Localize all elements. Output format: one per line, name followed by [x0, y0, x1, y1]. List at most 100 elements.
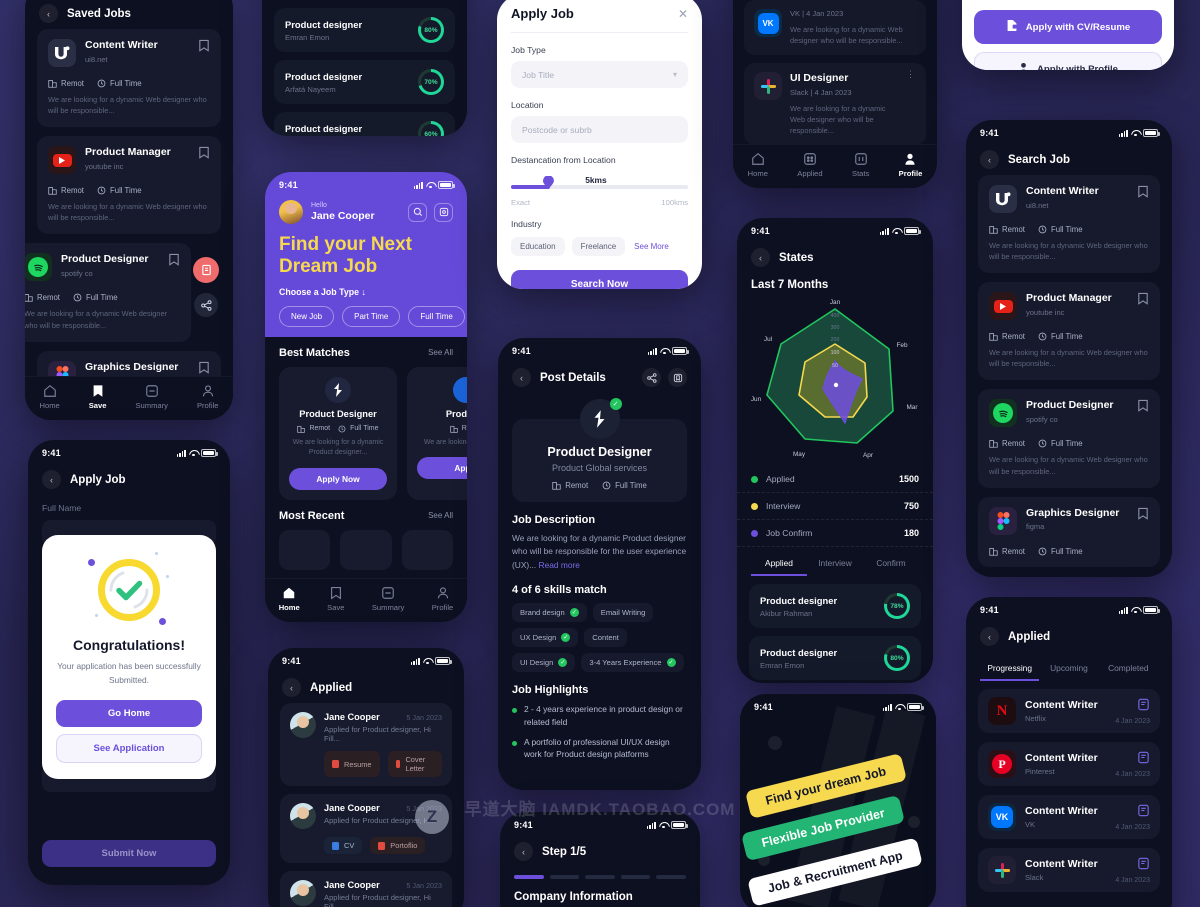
- tab-save[interactable]: Save: [327, 586, 344, 612]
- chip-part-time[interactable]: Part Time: [342, 305, 401, 327]
- applied-card[interactable]: P Content Writer Pinterest 4 Jan 2023: [978, 742, 1160, 786]
- tab-summary[interactable]: Summary: [135, 384, 168, 410]
- tick-50: 50: [832, 363, 838, 369]
- job-card[interactable]: Graphics Designer figma Remot Full Time: [978, 496, 1160, 567]
- job-card-swiped[interactable]: Product Designer spotify co Remot Full T…: [25, 243, 191, 342]
- apply-now-button[interactable]: Apply: [417, 457, 467, 480]
- submit-button[interactable]: Submit Now: [42, 840, 216, 867]
- applied-card[interactable]: Content Writer Slack 4 Jan 2023: [978, 848, 1160, 892]
- recent-card[interactable]: [401, 529, 453, 570]
- note-icon[interactable]: [1115, 698, 1150, 711]
- bookmark-icon[interactable]: [1137, 399, 1149, 417]
- back-button[interactable]: ‹: [282, 678, 301, 697]
- note-icon[interactable]: [1115, 857, 1150, 870]
- chip-new-job[interactable]: New Job: [279, 305, 335, 327]
- job-card[interactable]: Content Writer ui8.net Remot Full Time W…: [37, 29, 221, 128]
- close-icon[interactable]: ✕: [678, 7, 688, 21]
- back-button[interactable]: ‹: [39, 4, 58, 23]
- applied-card[interactable]: VK Content Writer VK 4 Jan 2023: [978, 795, 1160, 839]
- tab-save[interactable]: Save: [89, 384, 106, 410]
- tab-profile[interactable]: Profile: [899, 152, 922, 178]
- delete-action-button[interactable]: [193, 257, 219, 283]
- attachment-tag[interactable]: Resume: [324, 751, 380, 777]
- back-button[interactable]: ‹: [751, 248, 770, 267]
- slider-handle-icon[interactable]: [542, 176, 554, 189]
- description-heading: Job Description: [512, 514, 596, 526]
- bookmark-icon[interactable]: [168, 253, 180, 271]
- applicant-card[interactable]: Jane Cooper 5 Jan 2023 Applied for Produ…: [280, 871, 452, 907]
- tab-profile[interactable]: Profile: [432, 586, 453, 612]
- share-icon[interactable]: [642, 368, 661, 387]
- go-home-button[interactable]: Go Home: [56, 699, 202, 727]
- attachment-tag[interactable]: Cover Letter: [387, 751, 442, 777]
- tab-summary[interactable]: Summary: [372, 586, 404, 612]
- read-more-link[interactable]: Read more: [539, 560, 580, 570]
- avatar[interactable]: [279, 200, 303, 224]
- see-all-link[interactable]: See All: [428, 511, 453, 520]
- notification-icon[interactable]: [434, 202, 453, 222]
- tab-home[interactable]: Home: [279, 586, 300, 612]
- applied-card[interactable]: N Content Writer Netflix 4 Jan 2023: [978, 689, 1160, 733]
- tab-profile[interactable]: Profile: [197, 384, 218, 410]
- job-card[interactable]: Product Designer spotify co Remot Full T…: [978, 389, 1160, 488]
- note-icon[interactable]: [1115, 751, 1150, 764]
- candidate-card[interactable]: Product designer Emran Emon 80%: [274, 8, 455, 52]
- attachment-tag[interactable]: CV: [324, 837, 363, 854]
- recent-card[interactable]: [279, 529, 331, 570]
- job-card[interactable]: Product Manager youtube inc Remot Full T…: [37, 136, 221, 235]
- applicant-card[interactable]: Jane Cooper 5 Jan 2023 Applied for Produ…: [280, 703, 452, 786]
- apply-now-button[interactable]: Apply Now: [289, 467, 387, 490]
- candidate-card[interactable]: Product designer Akibur Rahman 78%: [749, 584, 921, 628]
- candidate-card[interactable]: Product designer Emran Emon 80%: [749, 636, 921, 680]
- bookmark-icon[interactable]: [198, 146, 210, 164]
- bookmark-icon[interactable]: [1137, 292, 1149, 310]
- bookmark-icon[interactable]: [198, 39, 210, 57]
- job-card[interactable]: Content Writer ui8.net Remot Full Time W…: [978, 175, 1160, 274]
- recent-card[interactable]: [340, 529, 392, 570]
- see-application-button[interactable]: See Application: [56, 733, 202, 763]
- search-now-button[interactable]: Search Now: [511, 270, 688, 289]
- more-options-icon[interactable]: ⋮: [906, 69, 916, 79]
- apply-with-profile-button[interactable]: Apply with Profile: [974, 52, 1162, 70]
- candidate-card[interactable]: Product designer Arfatá Nayeem 70%: [274, 60, 455, 104]
- back-button[interactable]: ‹: [980, 627, 999, 646]
- tab-applied[interactable]: Applied: [797, 152, 823, 178]
- apply-with-cv-button[interactable]: Apply with CV/Resume: [974, 10, 1162, 44]
- tab-confirm[interactable]: Confirm: [863, 551, 919, 576]
- tab-stats[interactable]: Stats: [852, 152, 869, 178]
- bookmark-icon[interactable]: [1137, 185, 1149, 203]
- job-type-select[interactable]: Job Title ▾: [511, 61, 688, 88]
- location-input[interactable]: Postcode or subrb: [511, 116, 688, 143]
- tab-progressing[interactable]: Progressing: [980, 656, 1040, 681]
- chip-full-time[interactable]: Full Time: [408, 305, 465, 327]
- tab-interview[interactable]: Interview: [807, 551, 863, 576]
- attachment-tag[interactable]: Portoflio: [370, 837, 426, 854]
- feed-card[interactable]: UI Designer Slack | 4 Jan 2023 We are lo…: [744, 63, 926, 146]
- check-icon: ✓: [666, 658, 676, 668]
- back-button[interactable]: ‹: [514, 842, 533, 861]
- job-card[interactable]: Product Manager youtube inc Remot Full T…: [978, 282, 1160, 381]
- tab-home[interactable]: Home: [39, 384, 60, 410]
- tab-applied[interactable]: Applied: [751, 551, 807, 576]
- match-card[interactable]: Product Designer Remot Full Time We are …: [279, 366, 397, 500]
- see-more-link[interactable]: See More: [632, 237, 671, 256]
- home-icon: [751, 152, 765, 166]
- note-icon[interactable]: [1115, 804, 1150, 817]
- distance-slider[interactable]: 5kms: [511, 171, 688, 197]
- tab-home[interactable]: Home: [748, 152, 768, 178]
- back-button[interactable]: ‹: [42, 470, 61, 489]
- match-card[interactable]: Product I Remot We are looking Product d…: [407, 366, 467, 500]
- tab-upcoming[interactable]: Upcoming: [1039, 656, 1098, 681]
- industry-chip-education[interactable]: Education: [511, 237, 565, 256]
- search-icon[interactable]: [408, 202, 427, 222]
- tab-completed[interactable]: Completed: [1099, 656, 1158, 681]
- share-action-button[interactable]: [194, 293, 218, 317]
- back-button[interactable]: ‹: [512, 368, 531, 387]
- feed-card[interactable]: VK VK | 4 Jan 2023 We are looking for a …: [744, 0, 926, 56]
- bookmark-icon[interactable]: [668, 368, 687, 387]
- see-all-link[interactable]: See All: [428, 348, 453, 357]
- back-button[interactable]: ‹: [980, 150, 999, 169]
- bookmark-icon[interactable]: [1137, 507, 1149, 525]
- industry-chip-freelance[interactable]: Freelance: [571, 237, 626, 256]
- candidate-card[interactable]: Product designer Washim Chy 60%: [274, 112, 455, 136]
